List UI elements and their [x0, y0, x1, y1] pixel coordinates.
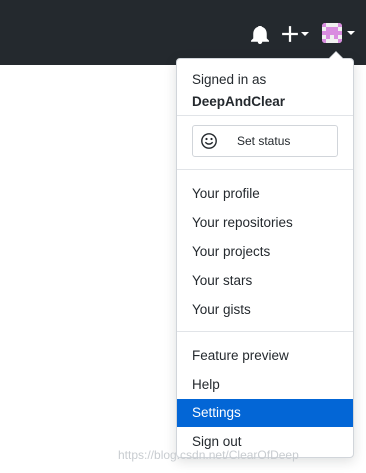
- set-status-label: Set status: [237, 134, 291, 148]
- username: DeepAndClear: [192, 94, 286, 109]
- menu-item-your-profile[interactable]: Your profile: [177, 180, 353, 208]
- top-navigation-bar: [0, 0, 366, 65]
- watermark-text: https://blog.csdn.net/ClearOfDeep: [118, 448, 299, 462]
- create-new-dropdown[interactable]: [281, 24, 311, 44]
- signed-in-header: Signed in as DeepAndClear: [192, 69, 285, 113]
- bell-icon[interactable]: [251, 26, 269, 44]
- divider: [177, 331, 353, 332]
- divider: [177, 169, 353, 170]
- menu-item-your-repositories[interactable]: Your repositories: [177, 209, 353, 237]
- plus-icon: [282, 26, 298, 42]
- signed-in-label: Signed in as: [192, 72, 267, 87]
- divider: [177, 115, 353, 116]
- menu-item-your-stars[interactable]: Your stars: [177, 267, 353, 295]
- menu-item-settings[interactable]: Settings: [177, 399, 353, 427]
- user-menu-dropdown[interactable]: [322, 23, 358, 45]
- menu-item-your-projects[interactable]: Your projects: [177, 238, 353, 266]
- avatar-icon: [322, 23, 342, 43]
- chevron-down-icon: [301, 32, 309, 36]
- menu-item-your-gists[interactable]: Your gists: [177, 296, 353, 324]
- smiley-icon: [201, 133, 217, 149]
- menu-item-help[interactable]: Help: [177, 371, 353, 399]
- menu-item-feature-preview[interactable]: Feature preview: [177, 342, 353, 370]
- set-status-button[interactable]: Set status: [192, 125, 338, 157]
- user-dropdown-menu: Signed in as DeepAndClear Set status You…: [176, 51, 354, 458]
- chevron-down-icon: [347, 31, 355, 35]
